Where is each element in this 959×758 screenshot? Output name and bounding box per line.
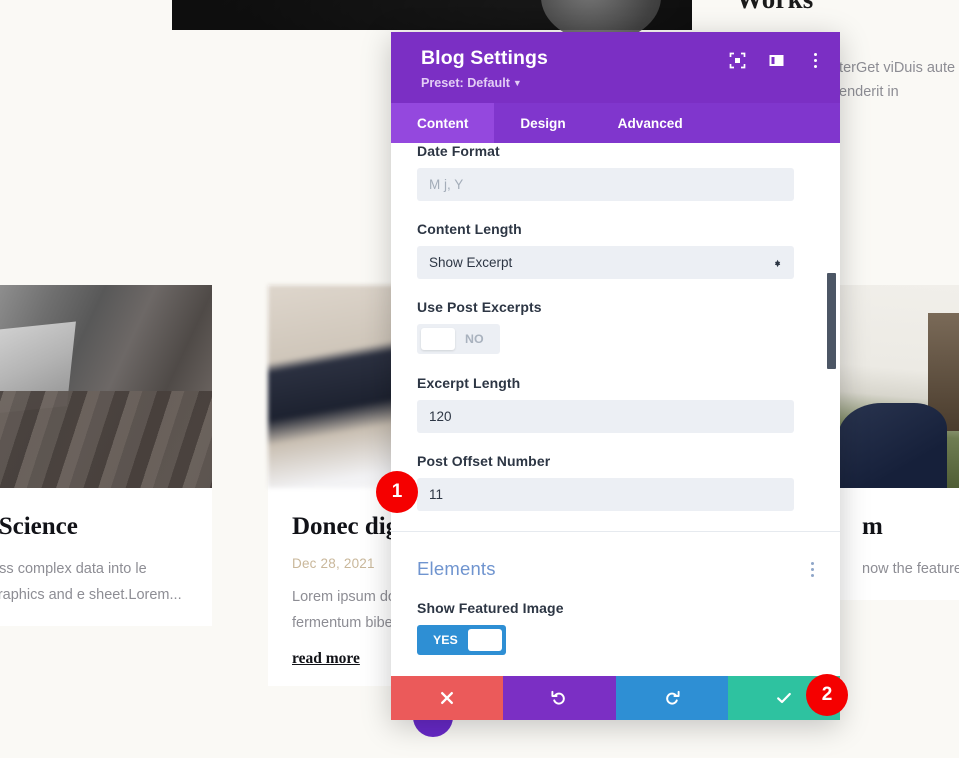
preset-label: Preset: Default — [421, 76, 510, 90]
toggle-knob — [421, 328, 455, 350]
chevron-down-icon: ▼ — [512, 78, 522, 88]
tab-advanced[interactable]: Advanced — [592, 103, 709, 143]
use-post-excerpts-toggle[interactable]: NO — [417, 324, 500, 354]
read-more-link[interactable]: read more — [292, 650, 360, 668]
toggle-label: YES — [433, 633, 458, 647]
card-image-building — [838, 285, 959, 488]
modal-action-bar — [391, 676, 840, 720]
undo-button[interactable] — [503, 676, 616, 720]
select-value: Show Excerpt — [429, 255, 513, 270]
field-label: Post Offset Number — [417, 453, 551, 469]
card-body: m now the featured . Lorem ipsum — [838, 488, 959, 600]
show-featured-image-toggle[interactable]: YES — [417, 625, 506, 655]
post-offset-number-input[interactable]: 11 — [417, 478, 794, 511]
card-body: of Data Science nceWe process complex da… — [0, 488, 212, 626]
works-heading: Works — [736, 0, 936, 15]
card-excerpt: nceWe process complex data into le infor… — [0, 561, 182, 603]
preset-selector[interactable]: Preset: Default ▼ — [421, 76, 822, 90]
field-label: Use Post Excerpts — [417, 299, 542, 315]
field-label: Show Featured Image — [417, 600, 564, 616]
more-vertical-icon[interactable] — [811, 561, 814, 577]
card-image-laptop — [0, 285, 212, 488]
section-title: Elements — [417, 558, 496, 579]
field-use-post-excerpts: Use Post Excerpts NO — [417, 299, 814, 355]
screen: Works wsletterGet viDuis aute irure ende… — [0, 0, 959, 758]
modal-body: Date Format M j, Y Content Length Show E… — [391, 143, 840, 720]
undo-icon — [551, 690, 566, 705]
cancel-button[interactable] — [391, 676, 504, 720]
annotation-badge-2: 2 — [806, 674, 848, 716]
modal-tabs: Content Design Advanced — [391, 103, 840, 143]
field-label: Excerpt Length — [417, 375, 521, 391]
redo-icon — [665, 690, 680, 705]
field-show-featured-image: Show Featured Image YES — [417, 600, 814, 655]
field-content-length: Content Length Show Excerpt ▲ ▼ — [417, 221, 814, 279]
date-format-input[interactable]: M j, Y — [417, 168, 794, 201]
excerpt-length-input[interactable]: 120 — [417, 400, 794, 433]
field-label: Content Length — [417, 221, 522, 237]
modal-header: Blog Settings Preset: Default ▼ — [391, 32, 840, 103]
layout-panel-icon[interactable] — [768, 52, 785, 69]
redo-button[interactable] — [615, 676, 728, 720]
toggle-label: NO — [465, 332, 484, 346]
blog-settings-modal: Blog Settings Preset: Default ▼ Content … — [391, 32, 840, 720]
field-post-offset-number: Post Offset Number 11 — [417, 453, 814, 511]
field-label: Date Format — [417, 143, 500, 159]
toggle-knob — [467, 629, 502, 651]
modal-header-icons — [729, 52, 824, 69]
blog-card[interactable]: m now the featured . Lorem ipsum — [838, 285, 959, 600]
close-icon — [441, 692, 454, 704]
content-length-select[interactable]: Show Excerpt ▲ ▼ — [417, 246, 794, 279]
modal-scrollbar-thumb[interactable] — [827, 273, 836, 369]
blog-card[interactable]: of Data Science nceWe process complex da… — [0, 285, 212, 626]
card-title[interactable]: of Data Science — [0, 512, 188, 542]
field-date-format: Date Format M j, Y — [417, 143, 814, 201]
card-title[interactable]: m — [862, 512, 959, 542]
tab-design[interactable]: Design — [494, 103, 591, 143]
settings-scroll-area: Date Format M j, Y Content Length Show E… — [391, 143, 840, 664]
field-excerpt-length: Excerpt Length 120 — [417, 375, 814, 433]
modal-scrollbar-track[interactable] — [827, 143, 836, 664]
more-vertical-icon[interactable] — [807, 52, 824, 69]
hero-image — [172, 0, 692, 42]
expand-icon[interactable] — [729, 52, 746, 69]
annotation-badge-1: 1 — [376, 471, 418, 513]
elements-section-header: Elements — [417, 532, 814, 600]
check-icon — [776, 692, 791, 704]
card-excerpt: now the featured . Lorem ipsum — [862, 561, 959, 577]
tab-content[interactable]: Content — [391, 103, 495, 143]
chevron-updown-icon: ▲ ▼ — [773, 256, 782, 269]
